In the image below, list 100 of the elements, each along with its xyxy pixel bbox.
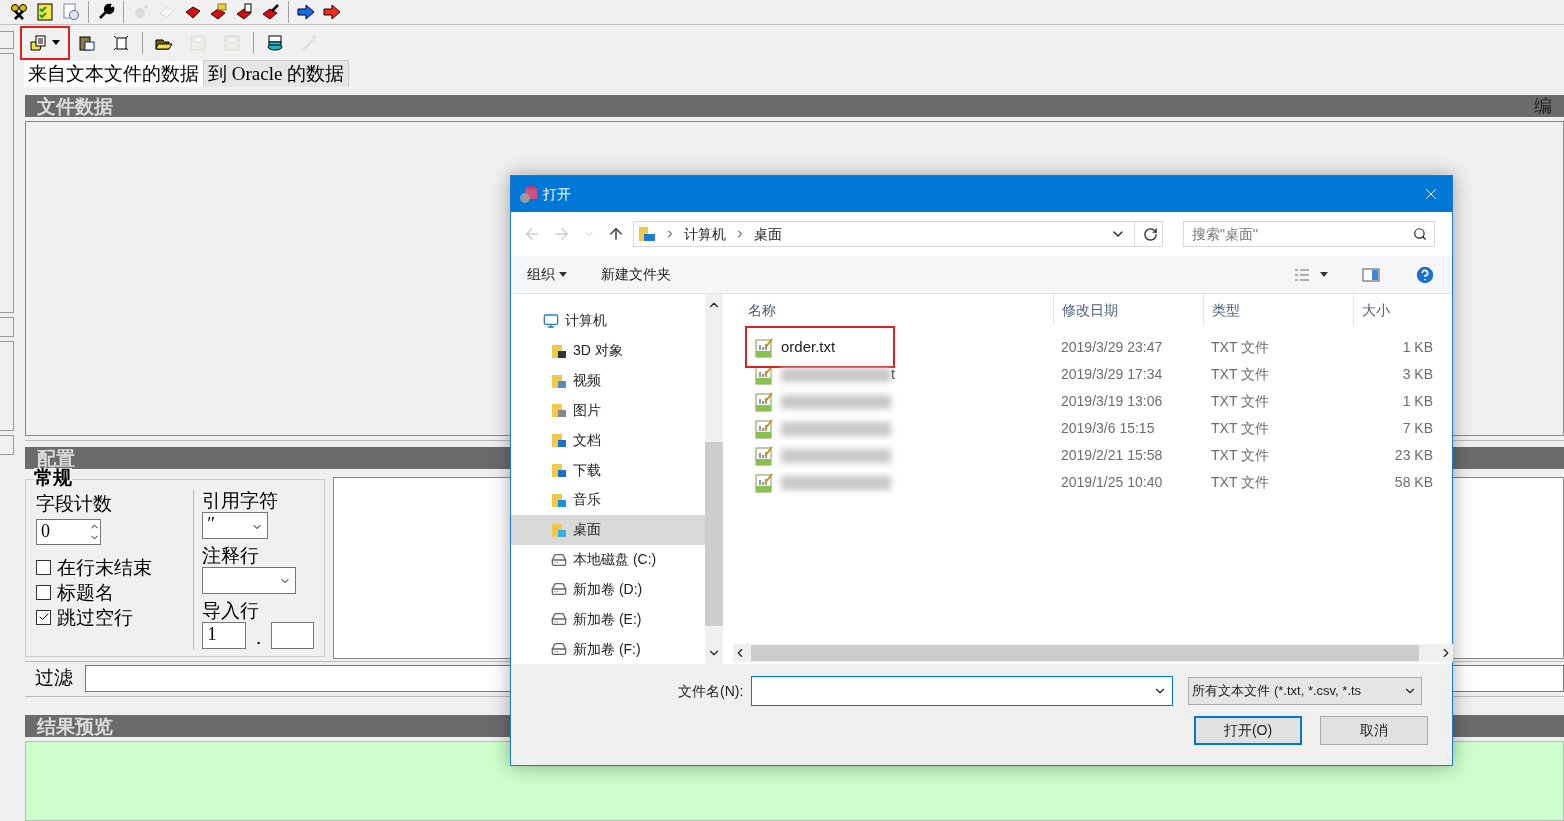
checklist-icon	[36, 3, 54, 21]
checkbox[interactable]	[36, 584, 51, 600]
import-end-field[interactable]	[271, 622, 314, 649]
command-button[interactable]: 组织	[527, 264, 567, 285]
document-clock-icon	[62, 3, 80, 21]
checkbox-label: 标题名	[57, 580, 114, 605]
navigation-label: 3D 对象	[573, 341, 623, 361]
text-file-icon	[755, 337, 773, 358]
text-file-icon	[755, 472, 773, 493]
group-title: 常规	[34, 468, 72, 487]
horizontal-scrollbar[interactable]	[733, 644, 1453, 662]
filter-label: 过滤	[35, 665, 73, 690]
dialog-button[interactable]: 取消	[1320, 716, 1428, 745]
navigation-item[interactable]: 计算机	[511, 306, 705, 336]
file-date: 2019/1/25 10:40	[1060, 473, 1164, 492]
tab[interactable]: 来自文本文件的数据	[24, 61, 203, 87]
navigation-label: 新加卷 (D:)	[573, 579, 643, 599]
command-button[interactable]: 新建文件夹	[601, 264, 671, 285]
file-size: 7 KB	[1401, 419, 1433, 438]
text-file-icon	[755, 445, 773, 466]
open-file-button[interactable]	[20, 25, 70, 60]
caret-icon	[52, 40, 60, 45]
column-header[interactable]: 名称	[733, 294, 1053, 326]
navigation-item[interactable]: 新加卷 (E:)	[511, 604, 705, 635]
up-icon[interactable]	[607, 225, 625, 243]
section-label: 编	[1534, 97, 1552, 115]
column-header[interactable]: 大小	[1353, 294, 1453, 326]
field-label: 注释行	[202, 545, 261, 567]
navigation-item[interactable]: 音乐	[511, 484, 705, 515]
file-row[interactable]: t 2019/3/29 17:34 TXT 文件 3 KB	[733, 361, 1453, 388]
section-title: 文件数据	[37, 96, 113, 116]
open-file-icon	[30, 33, 48, 52]
file-date: 2019/3/6 15:15	[1060, 419, 1156, 438]
navigation-label: 新加卷 (F:)	[573, 639, 641, 659]
navigation-item[interactable]: 新加卷 (D:)	[511, 574, 705, 605]
drive-icon	[551, 641, 567, 657]
clipboard-icon	[78, 33, 96, 52]
file-row[interactable]: order.txt 2019/3/29 23:47 TXT 文件 1 KB	[733, 334, 1453, 361]
file-row[interactable]: 2019/1/25 10:40 TXT 文件 58 KB	[733, 469, 1453, 496]
import-start-field[interactable]: 1	[202, 622, 247, 649]
comment-line-dropdown[interactable]	[202, 567, 297, 594]
checkbox[interactable]	[36, 559, 51, 575]
file-size: 1 KB	[1401, 338, 1433, 357]
navigation-item[interactable]: 新加卷 (F:)	[511, 634, 705, 664]
file-date: 2019/3/19 13:06	[1060, 392, 1164, 411]
search-field[interactable]: 搜索"桌面"	[1183, 221, 1435, 247]
navigation-scrollbar[interactable]	[705, 294, 723, 664]
new-document-icon	[112, 33, 130, 52]
folder-icon	[551, 372, 567, 389]
column-header[interactable]: 修改日期	[1053, 294, 1203, 326]
navigation-label: 计算机	[565, 311, 607, 331]
navigation-item[interactable]: 图片	[511, 395, 705, 426]
address-bar[interactable]: 计算机 桌面	[633, 221, 1163, 247]
navigation-item[interactable]: 视频	[511, 365, 705, 396]
drive-icon	[551, 551, 567, 568]
dialog-button[interactable]: 打开(O)	[1194, 716, 1302, 745]
tab[interactable]: 到 Oracle 的数据	[203, 60, 350, 87]
arrow-right-icon	[323, 3, 341, 21]
file-name: t	[891, 365, 895, 384]
section-title: 配置	[37, 448, 75, 468]
help-icon[interactable]	[1414, 263, 1436, 286]
folder-icon	[551, 402, 567, 419]
checkbox[interactable]	[36, 609, 51, 625]
file-type: TXT 文件	[1210, 473, 1271, 492]
file-type: TXT 文件	[1210, 338, 1271, 357]
refresh-icon[interactable]	[1143, 226, 1158, 242]
navigation-item[interactable]: 本地磁盘 (C:)	[511, 544, 705, 575]
wrench-icon	[97, 3, 115, 21]
filename-label: 文件名(N):	[678, 681, 744, 701]
filename-field[interactable]	[751, 676, 1174, 706]
column-header[interactable]: 类型	[1203, 294, 1353, 326]
file-row[interactable]: 2019/3/19 13:06 TXT 文件 1 KB	[733, 388, 1453, 415]
navigation-label: 图片	[573, 400, 601, 420]
preview-pane-icon[interactable]	[1362, 267, 1380, 282]
breadcrumb-item[interactable]: 桌面	[754, 223, 782, 245]
quote-character-dropdown[interactable]: ″	[202, 512, 269, 539]
navigation-item[interactable]: 下载	[511, 455, 705, 485]
file-row[interactable]: 2019/2/21 15:58 TXT 文件 23 KB	[733, 442, 1453, 469]
text-file-icon	[755, 418, 773, 439]
file-type: TXT 文件	[1210, 392, 1271, 411]
folder-icon	[551, 342, 567, 359]
magic-wand-icon	[300, 33, 318, 52]
database-icon	[266, 33, 284, 52]
navigation-item[interactable]: 3D 对象	[511, 335, 705, 366]
book-pen-icon	[262, 3, 280, 21]
navigation-label: 视频	[573, 371, 601, 391]
database-gear-icon	[519, 184, 539, 204]
caret-icon[interactable]	[1320, 272, 1328, 277]
file-type-dropdown[interactable]: 所有文本文件 (*.txt, *.csv, *.ts	[1188, 677, 1423, 705]
search-icon	[1413, 227, 1427, 241]
file-row[interactable]: 2019/3/6 15:15 TXT 文件 7 KB	[733, 415, 1453, 442]
breadcrumb-item[interactable]: 计算机	[684, 223, 726, 245]
navigation-label: 下载	[573, 460, 601, 480]
field-label: 导入行	[202, 600, 261, 622]
navigation-item[interactable]: 桌面	[511, 514, 705, 545]
drive-icon	[551, 581, 567, 598]
navigation-item[interactable]: 文档	[511, 425, 705, 456]
field-count-spinner[interactable]: 0	[36, 518, 101, 545]
file-type: TXT 文件	[1210, 419, 1271, 438]
file-size: 1 KB	[1401, 392, 1433, 411]
